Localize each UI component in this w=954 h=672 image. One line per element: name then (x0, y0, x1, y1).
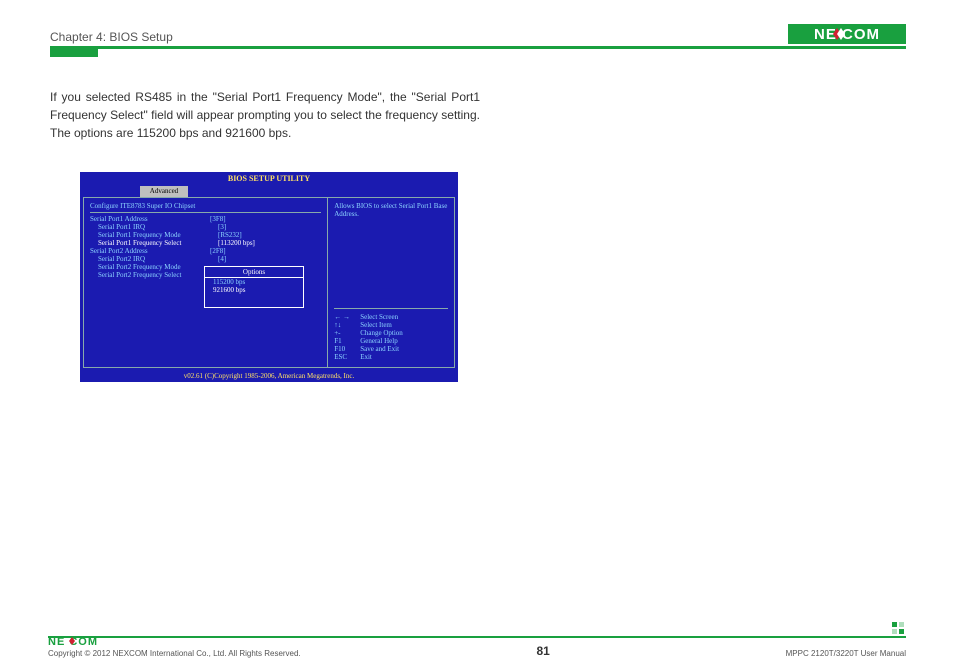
bios-section-heading: Configure ITE8783 Super IO Chipset (90, 202, 321, 213)
bios-setting-row[interactable]: Serial Port1 IRQ[3] (90, 223, 321, 231)
bios-options-popup: Options 115200 bps 921600 bps (204, 266, 304, 308)
bios-setting-row[interactable]: Serial Port2 Address[2F8] (90, 247, 321, 255)
bios-tab-advanced[interactable]: Advanced (140, 186, 188, 197)
bios-setting-row[interactable]: Serial Port2 IRQ[4] (90, 255, 321, 263)
body-paragraph: If you selected RS485 in the "Serial Por… (50, 88, 480, 142)
bios-title: BIOS SETUP UTILITY (80, 172, 458, 184)
bios-setting-row-selected[interactable]: Serial Port1 Frequency Select[113200 bps… (90, 239, 321, 247)
footer-logo-icon: NE COM (48, 635, 301, 647)
footer-copyright: Copyright © 2012 NEXCOM International Co… (48, 649, 301, 658)
svg-text:NE COM: NE COM (814, 26, 880, 43)
bios-popup-option[interactable]: 115200 bps (205, 278, 303, 286)
brand-logo-icon: NE COM (788, 24, 906, 44)
bios-popup-title: Options (205, 267, 303, 278)
bios-popup-option-selected[interactable]: 921600 bps (205, 286, 303, 294)
header-rule (50, 46, 906, 49)
chapter-title: Chapter 4: BIOS Setup (50, 30, 173, 44)
footer-manual-name: MPPC 2120T/3220T User Manual (786, 649, 906, 658)
bios-setting-row[interactable]: Serial Port1 Address[3F8] (90, 215, 321, 223)
bios-nav-help: ← →Select Screen ↑↓Select Item +-Change … (334, 308, 448, 361)
bios-help-text: Allows BIOS to select Serial Port1 Base … (334, 202, 448, 219)
page-number: 81 (536, 644, 549, 658)
page-accent-icon (892, 622, 906, 636)
bios-copyright: v02.61 (C)Copyright 1985-2006, American … (80, 370, 458, 382)
header-tab-accent (50, 49, 98, 57)
bios-setting-row[interactable]: Serial Port1 Frequency Mode[RS232] (90, 231, 321, 239)
bios-screenshot: BIOS SETUP UTILITY Advanced Configure IT… (80, 172, 458, 382)
